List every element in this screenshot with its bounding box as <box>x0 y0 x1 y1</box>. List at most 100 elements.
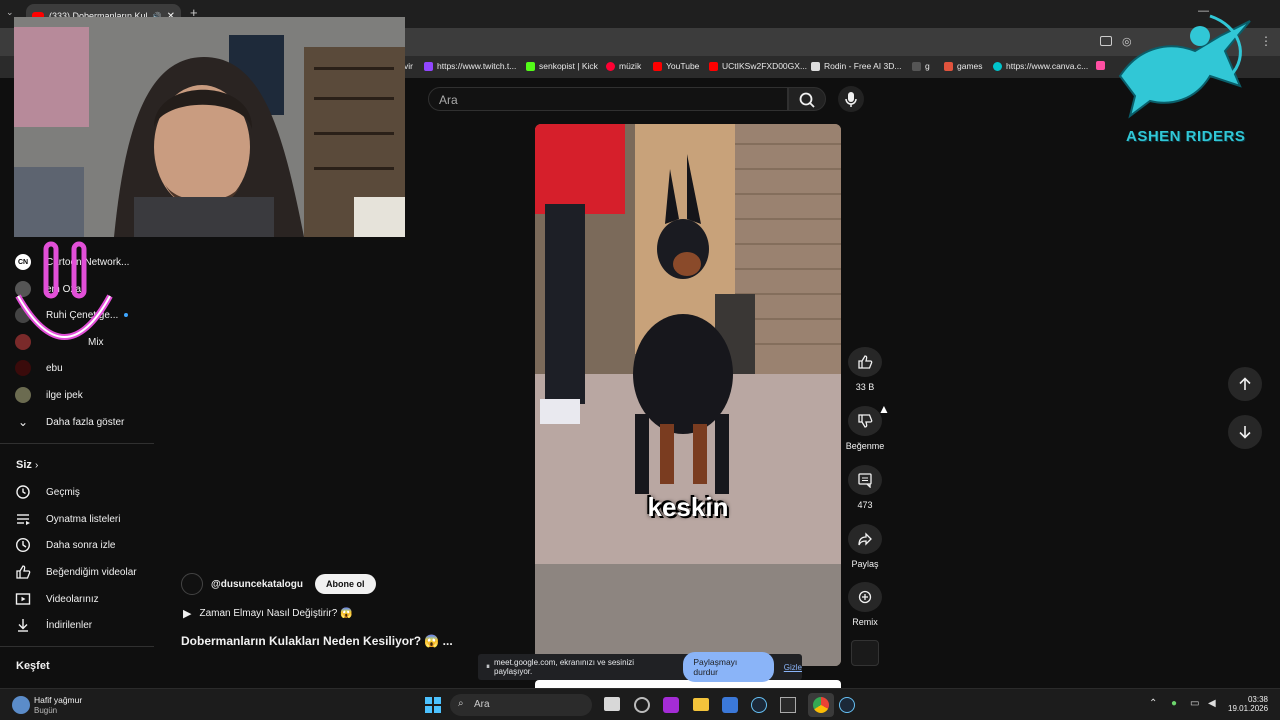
sidebar-item-ilge-ipek[interactable]: ilge ipek <box>14 385 154 405</box>
subscribe-button[interactable]: Abone ol <box>315 574 376 594</box>
sidebar-item-ebu[interactable]: ebu <box>14 358 154 378</box>
weather-icon[interactable] <box>12 696 30 714</box>
playlist-icon <box>14 511 32 527</box>
weather-subtitle: Bugün <box>34 706 58 715</box>
sidebar-divider <box>0 646 154 647</box>
channel-row: @dusuncekatalogu Abone ol <box>181 573 376 595</box>
taskbar-search-input[interactable]: ⌕ Ara <box>450 694 592 716</box>
voice-search-button[interactable] <box>838 86 864 112</box>
bookmark-g[interactable]: g <box>912 61 930 71</box>
weather-title[interactable]: Hafif yağmur <box>34 695 82 705</box>
tray-chevron-up-icon[interactable]: ⌃ <box>1149 698 1157 709</box>
video-caption: keskin <box>647 492 729 522</box>
play-icon: ▶ <box>183 608 192 620</box>
sound-thumbnail[interactable] <box>851 640 879 666</box>
app-icon-purple[interactable] <box>663 697 679 713</box>
sidebar-item-liked-videos[interactable]: Beğendiğim videolar <box>14 562 154 582</box>
bookmark-twitch[interactable]: https://www.twitch.t... <box>424 61 516 71</box>
epic-games-icon[interactable] <box>780 697 796 713</box>
sidebar-item-label: ebu <box>46 362 63 374</box>
new-content-dot <box>124 313 129 317</box>
remix-icon <box>858 590 872 604</box>
windows-start-icon[interactable] <box>425 697 441 713</box>
you-section-header[interactable]: Siz › <box>16 459 38 471</box>
webcam-overlay <box>14 17 405 237</box>
sidebar-item-downloads[interactable]: İndirilenler <box>14 615 154 635</box>
remix-button[interactable] <box>848 582 882 612</box>
mouse-cursor-icon: ▲ <box>878 402 890 416</box>
sidebar-item-label: Oynatma listeleri <box>46 513 121 525</box>
like-button[interactable] <box>848 347 882 377</box>
sidebar-item-label: İndirilenler <box>46 619 93 631</box>
sidebar-item-label: ilge ipek <box>46 389 83 401</box>
tray-display-icon[interactable]: ▭ <box>1190 698 1199 709</box>
share-message: meet.google.com, ekranınızı ve sesinizi … <box>494 658 635 676</box>
sidebar-item-label: Beğendiğim videolar <box>46 566 137 578</box>
comment-icon <box>858 473 872 488</box>
chrome-icon[interactable] <box>813 697 829 713</box>
webcam-feed <box>14 17 405 237</box>
previous-video-button[interactable] <box>1228 367 1262 401</box>
app-icon-circle[interactable] <box>634 697 650 713</box>
next-video-edge <box>535 680 841 688</box>
bookmark-kick[interactable]: senkopist | Kick <box>526 61 598 71</box>
doberman-video-frame <box>535 124 841 666</box>
show-more-label: Daha fazla göster <box>46 416 125 428</box>
download-icon <box>14 617 32 633</box>
logo-text: ASHEN RIDERS <box>1126 128 1246 145</box>
bookmark-games[interactable]: games <box>944 61 983 71</box>
dislike-button[interactable] <box>848 406 882 436</box>
sidebar-item-history[interactable]: Geçmiş <box>14 482 154 502</box>
microphone-icon <box>845 92 857 107</box>
channel-avatar[interactable] <box>181 573 203 595</box>
tray-speaker-icon[interactable]: ◀ <box>1208 698 1216 709</box>
channel-avatar-icon <box>14 360 32 376</box>
tray-clock[interactable]: 03:38 19.01.2026 <box>1228 695 1268 713</box>
sidebar-item-watch-later[interactable]: Daha sonra izle <box>14 535 154 555</box>
sidebar-item-label: Videolarınız <box>46 593 99 605</box>
bookmark-youtube[interactable]: YouTube <box>653 61 699 71</box>
arrow-down-icon <box>1239 426 1251 439</box>
sidebar-item-label: Daha sonra izle <box>46 539 116 551</box>
comments-button[interactable] <box>848 465 882 495</box>
menu-icon[interactable]: ⋮ <box>1260 34 1272 48</box>
suggested-video-link[interactable]: ▶ Zaman Elmayı Nasıl Değiştirir? 😱 <box>183 607 353 620</box>
task-view-icon[interactable] <box>604 697 620 711</box>
stop-sharing-button[interactable]: Paylaşmayı durdur <box>683 652 774 682</box>
next-video-button[interactable] <box>1228 415 1262 449</box>
share-button[interactable] <box>848 524 882 554</box>
search-button[interactable] <box>788 87 826 111</box>
hide-link[interactable]: Gizle <box>784 663 802 672</box>
thumbs-down-icon <box>858 414 873 428</box>
thumbs-up-icon <box>14 564 32 580</box>
bookmark-rodin[interactable]: Rodin - Free AI 3D... <box>811 61 901 71</box>
bookmark-channel[interactable]: UCtIKSw2FXD00GX... <box>709 61 807 71</box>
history-icon <box>14 484 32 500</box>
shorts-video-player[interactable]: keskin <box>535 124 841 666</box>
bookmark-muzik[interactable]: müzik <box>606 61 641 71</box>
video-title[interactable]: Dobermanların Kulakları Neden Kesiliyor?… <box>181 634 453 648</box>
thumbs-up-icon <box>858 355 873 369</box>
channel-avatar-icon <box>14 387 32 403</box>
steam-icon[interactable] <box>751 697 767 713</box>
tray-microphone-icon[interactable]: ● <box>1171 698 1177 709</box>
clock-time: 03:38 <box>1247 695 1268 704</box>
pause-icon: ⏸ <box>486 662 490 671</box>
file-explorer-icon[interactable] <box>693 698 709 711</box>
show-more-button[interactable]: ⌄ Daha fazla göster <box>14 412 154 432</box>
sidebar-item-your-videos[interactable]: Videolarınız <box>14 589 154 609</box>
suggested-video-title: Zaman Elmayı Nasıl Değiştirir? 😱 <box>199 608 353 619</box>
sidebar-item-playlists[interactable]: Oynatma listeleri <box>14 509 154 529</box>
search-input[interactable]: Ara <box>428 87 788 111</box>
steam-icon-2[interactable] <box>839 697 855 713</box>
share-icon <box>858 532 872 546</box>
bookmark-fragment[interactable]: vir <box>404 61 413 71</box>
tab-list-chevron-icon[interactable]: ⌄ <box>6 7 14 18</box>
comment-count: 473 <box>857 500 873 510</box>
store-icon[interactable] <box>722 697 738 713</box>
channel-name[interactable]: @dusuncekatalogu <box>211 579 303 590</box>
clock-date: 19.01.2026 <box>1228 704 1269 713</box>
sidebar-item-label: Geçmiş <box>46 486 80 498</box>
search-icon: ⌕ <box>458 698 464 709</box>
bookmark-canva[interactable]: https://www.canva.c... <box>993 61 1088 71</box>
